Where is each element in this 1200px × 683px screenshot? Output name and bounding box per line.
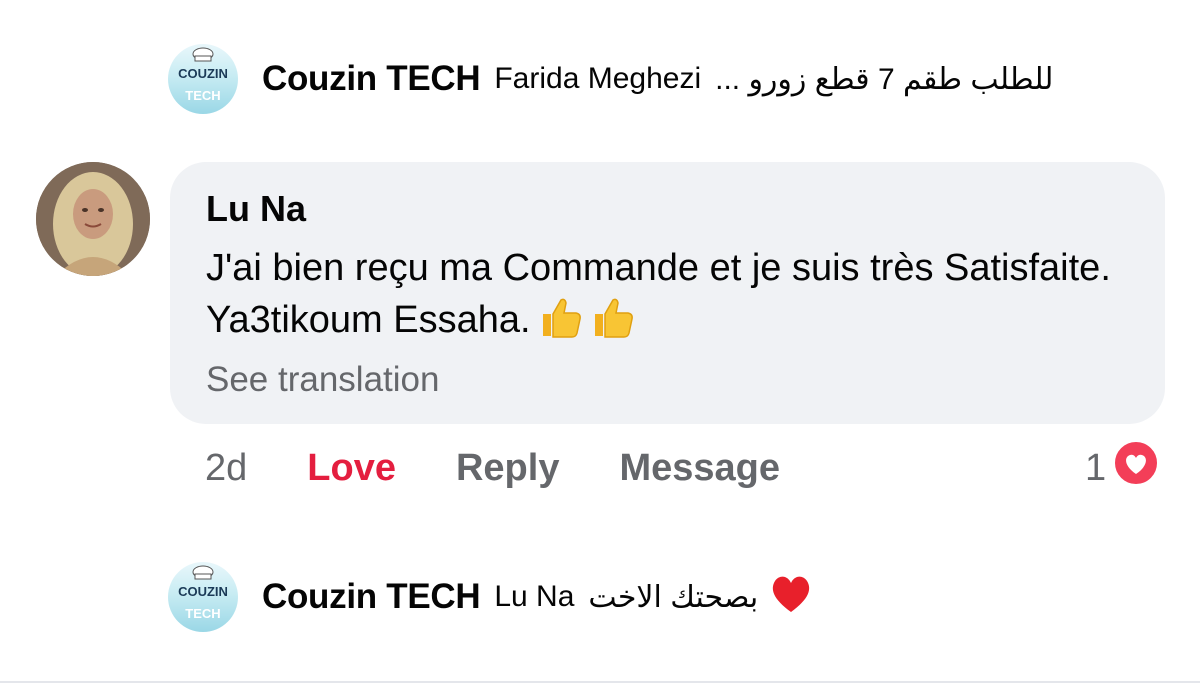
comment-author-name[interactable]: Lu Na [206, 188, 306, 230]
logo-text-tech: TECH [185, 606, 221, 621]
profile-photo-icon [36, 162, 150, 276]
comment-text: J'ai bien reçu ma Commande et je suis tr… [206, 242, 1136, 354]
reaction-count: 1 [1085, 446, 1107, 489]
logo-text-couzin: COUZIN [178, 66, 228, 81]
reaction-summary[interactable]: 1 [1085, 440, 1160, 492]
mention-link[interactable]: Lu Na [494, 580, 574, 614]
comment-bubble: Lu Na J'ai bien reçu ma Commande et je s… [170, 162, 1165, 424]
see-translation-link[interactable]: See translation [206, 360, 439, 400]
reply-author-name[interactable]: Couzin TECH [262, 59, 481, 99]
reply-text: Lu Na بصحتك الاخت [494, 572, 814, 622]
heart-icon [1112, 439, 1160, 497]
reply-author-name[interactable]: Couzin TECH [262, 577, 481, 617]
couzin-tech-avatar[interactable]: COUZIN TECH [168, 562, 238, 632]
logo-text-couzin: COUZIN [178, 584, 228, 599]
comment-body: J'ai bien reçu ma Commande et je suis tr… [206, 247, 1111, 341]
thumbs-up-icon [589, 294, 635, 354]
user-avatar[interactable] [36, 162, 150, 276]
bottom-reply-row: Couzin TECH Lu Na بصحتك الاخت [262, 575, 814, 619]
comment-timestamp[interactable]: 2d [205, 447, 247, 490]
red-heart-icon [768, 572, 814, 622]
logo-text-tech: TECH [185, 88, 221, 103]
top-reply-row: Couzin TECH Farida Meghezi للطلب طقم 7 ق… [262, 57, 1053, 101]
reply-arabic-text: بصحتك الاخت [588, 580, 759, 614]
comment-actions: 2d Love Reply Message [205, 444, 780, 492]
reply-arabic-text: للطلب طقم 7 قطع زورو ... [715, 62, 1054, 96]
thumbs-up-icon [537, 294, 583, 354]
reply-button[interactable]: Reply [456, 447, 559, 490]
mention-link[interactable]: Farida Meghezi [494, 62, 701, 96]
love-button[interactable]: Love [307, 447, 396, 490]
couzin-tech-avatar[interactable]: COUZIN TECH [168, 44, 238, 114]
message-button[interactable]: Message [619, 447, 780, 490]
reply-text: Farida Meghezi للطلب طقم 7 قطع زورو ... [494, 62, 1053, 97]
